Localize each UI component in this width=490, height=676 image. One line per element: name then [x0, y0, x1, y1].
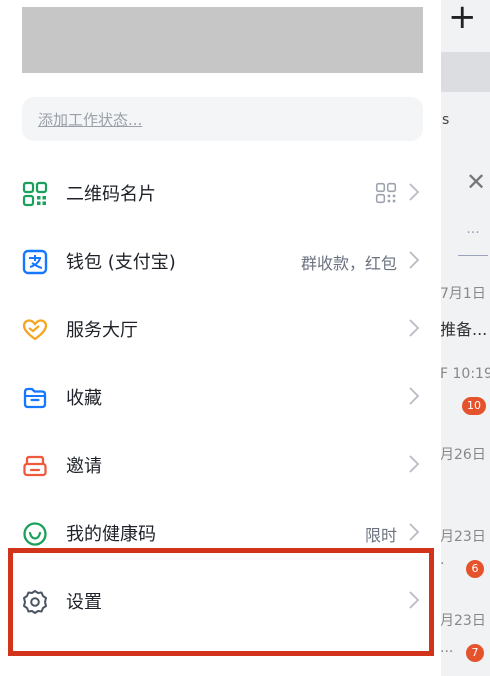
highlight-frame: [8, 548, 434, 656]
bg-item-date: F 10:19: [440, 366, 490, 382]
work-status-placeholder: 添加工作状态...: [38, 111, 143, 129]
unread-badge: 7: [466, 644, 484, 662]
menu-item-label: 邀请: [66, 456, 102, 477]
menu-item-wallet[interactable]: 钱包 (支付宝) 群收款，红包: [0, 236, 441, 286]
heart-hands-icon: [22, 319, 48, 341]
bg-item-date: 月23日: [440, 529, 486, 545]
close-icon[interactable]: ✕: [466, 168, 486, 196]
menu-item-label: 钱包 (支付宝): [66, 252, 176, 273]
qr-code-icon: [22, 181, 48, 207]
unread-badge: 10: [462, 397, 486, 415]
menu-item-label: 我的健康码: [66, 524, 156, 545]
menu-item-label: 二维码名片: [66, 184, 156, 205]
chevron-right-icon: [409, 387, 420, 405]
alipay-icon: [22, 249, 48, 275]
bg-item-date: 月23日: [440, 613, 486, 629]
wallet-extra-text: 群收款，红包: [300, 254, 397, 273]
add-plus-icon[interactable]: +: [448, 0, 477, 34]
profile-card[interactable]: [22, 7, 423, 73]
more-dots-icon[interactable]: ···: [458, 226, 488, 256]
background-chip-text: s: [442, 112, 450, 128]
folder-icon: [23, 387, 47, 409]
menu-item-label: 收藏: [66, 388, 102, 409]
bg-item-date: 7月1日: [440, 286, 486, 302]
health-heart-icon: [23, 522, 47, 546]
menu-item-qr-card[interactable]: 二维码名片: [0, 168, 441, 218]
health-extra-text: 限时: [364, 526, 397, 545]
qr-code-small-icon: [375, 182, 397, 204]
bg-item-text: 推备...: [440, 320, 488, 339]
chevron-right-icon: [409, 251, 420, 269]
work-status-field[interactable]: 添加工作状态...: [22, 97, 423, 141]
chevron-right-icon: [409, 183, 420, 201]
menu-item-service-hall[interactable]: 服务大厅: [0, 304, 441, 354]
bg-item-date: 月26日: [440, 447, 486, 463]
menu-item-favorites[interactable]: 收藏: [0, 372, 441, 422]
menu-item-label: 服务大厅: [66, 320, 138, 341]
menu-item-invite[interactable]: 邀请: [0, 440, 441, 490]
bg-item-prefix: ...: [440, 640, 454, 656]
chevron-right-icon: [409, 523, 420, 541]
unread-badge: 6: [466, 560, 484, 578]
invite-icon: [23, 455, 47, 477]
chevron-right-icon: [409, 319, 420, 337]
chevron-right-icon: [409, 455, 420, 473]
